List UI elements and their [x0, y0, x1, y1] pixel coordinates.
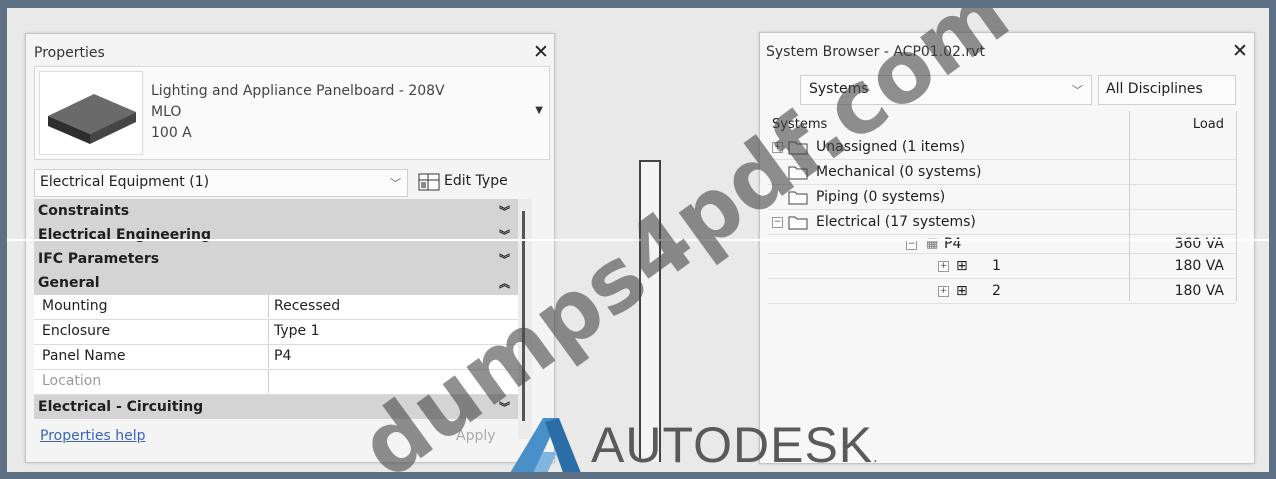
property-key: Panel Name	[34, 345, 269, 368]
properties-grid: Constraints ︾ Electrical Engineering ︾ I…	[34, 199, 518, 419]
group-label: Constraints	[38, 203, 130, 219]
scrollbar-thumb[interactable]	[522, 211, 525, 421]
properties-close-icon[interactable]: ✕	[533, 43, 549, 62]
edit-type-icon	[418, 173, 440, 191]
double-chevron-down-icon: ︾	[499, 401, 510, 414]
double-chevron-down-icon: ︾	[499, 253, 510, 266]
property-key: Location	[34, 370, 269, 393]
column-divider[interactable]	[1129, 111, 1130, 301]
view-select-dropdown[interactable]: Systems ﹀	[800, 75, 1092, 105]
group-ifc-parameters[interactable]: IFC Parameters ︾	[34, 247, 518, 271]
system-browser-title: System Browser - ACP01.02.rvt	[766, 44, 985, 60]
image-seam	[7, 239, 1269, 241]
type-name-line-3: 100 A	[151, 125, 192, 141]
properties-help-link[interactable]: Properties help	[40, 428, 145, 444]
tree-row-circuit-2[interactable]: + ⊞ 2 180 VA	[768, 279, 1236, 304]
folder-icon	[788, 214, 808, 234]
group-label: Electrical - Circuiting	[38, 399, 204, 415]
property-row-location[interactable]: Location	[34, 370, 518, 395]
folder-icon	[788, 164, 808, 184]
expand-icon[interactable]: +	[938, 261, 949, 272]
tree-row-panel-p4[interactable]: − ▦ P4 360 VA	[768, 235, 1236, 254]
tree-row-label: 2	[992, 283, 1001, 299]
tree-row-label: Electrical (17 systems)	[816, 214, 976, 230]
disciplines-dropdown[interactable]: All Disciplines	[1098, 75, 1236, 105]
system-browser-panel: System Browser - ACP01.02.rvt ✕ Systems …	[759, 32, 1255, 464]
autodesk-logo: AUTODESK.	[507, 416, 927, 472]
group-constraints[interactable]: Constraints ︾	[34, 199, 518, 223]
disciplines-label: All Disciplines	[1106, 81, 1203, 97]
double-chevron-down-icon: ︾	[499, 205, 510, 218]
property-key: Mounting	[34, 295, 269, 318]
group-electrical-circuiting[interactable]: Electrical - Circuiting ︾	[34, 395, 518, 419]
type-name-line-1: Lighting and Appliance Panelboard - 208V	[151, 83, 445, 99]
collapse-icon[interactable]: −	[772, 217, 783, 228]
column-header-systems[interactable]: Systems	[772, 117, 827, 132]
autodesk-a-mark-icon	[510, 418, 581, 472]
double-chevron-up-icon: ︽	[499, 277, 510, 290]
group-label: IFC Parameters	[38, 251, 160, 267]
tree-row-piping[interactable]: Piping (0 systems)	[768, 185, 1236, 210]
group-electrical-engineering[interactable]: Electrical Engineering ︾	[34, 223, 518, 247]
panelboard-thumbnail-icon	[39, 71, 143, 155]
column-header-load[interactable]: Load	[1193, 117, 1224, 132]
tree-row-mechanical[interactable]: Mechanical (0 systems)	[768, 160, 1236, 185]
circuit-icon: ⊞	[956, 283, 968, 299]
tree-row-unassigned[interactable]: + Unassigned (1 items)	[768, 135, 1236, 160]
expand-icon[interactable]: +	[938, 286, 949, 297]
column-divider	[1236, 111, 1237, 301]
property-row-panel-name[interactable]: Panel Name P4	[34, 345, 518, 370]
expand-icon[interactable]: +	[772, 142, 783, 153]
tree-row-circuit-1[interactable]: + ⊞ 1 180 VA	[768, 254, 1236, 279]
type-dropdown-caret-icon[interactable]: ▼	[535, 105, 543, 116]
tree-row-electrical[interactable]: − Electrical (17 systems)	[768, 210, 1236, 235]
group-general[interactable]: General ︽	[34, 271, 518, 295]
tree-row-label: 1	[992, 258, 1001, 274]
tree-row-label: Piping (0 systems)	[816, 189, 946, 205]
property-row-mounting[interactable]: Mounting Recessed	[34, 295, 518, 320]
registered-mark: .	[873, 449, 879, 466]
instance-filter-value: Electrical Equipment (1)	[40, 174, 210, 190]
property-value[interactable]: Recessed	[274, 295, 340, 318]
folder-icon	[788, 139, 808, 159]
system-browser-close-icon[interactable]: ✕	[1232, 42, 1248, 61]
property-value[interactable]: P4	[274, 345, 291, 368]
edit-type-label: Edit Type	[444, 173, 508, 189]
screenshot-canvas: Properties ✕ Lighting and Appliance Pane…	[7, 8, 1269, 472]
tree-row-load: 180 VA	[1174, 283, 1224, 299]
systems-tree: Systems Load + Unassigned (1 items) Mech…	[768, 111, 1236, 304]
property-key: Enclosure	[34, 320, 269, 343]
chevron-down-icon: ﹀	[1072, 84, 1083, 97]
property-value[interactable]: Type 1	[274, 320, 320, 343]
tree-row-label: Mechanical (0 systems)	[816, 164, 982, 180]
apply-button[interactable]: Apply	[456, 428, 496, 444]
tree-row-load: 180 VA	[1174, 258, 1224, 274]
circuit-icon: ⊞	[956, 258, 968, 274]
edit-type-button[interactable]: Edit Type	[414, 168, 546, 196]
group-label: General	[38, 275, 100, 291]
type-name-line-2: MLO	[151, 104, 182, 120]
autodesk-text: AUTODESK	[591, 417, 874, 472]
chevron-down-icon: ﹀	[390, 177, 401, 190]
instance-filter-dropdown[interactable]: Electrical Equipment (1) ﹀	[34, 169, 408, 197]
folder-icon	[788, 189, 808, 209]
properties-scrollbar[interactable]	[518, 199, 532, 439]
type-selector[interactable]: Lighting and Appliance Panelboard - 208V…	[34, 66, 550, 160]
tree-row-label: Unassigned (1 items)	[816, 139, 966, 155]
autodesk-wordmark: AUTODESK.	[591, 416, 879, 472]
view-select-value: Systems	[809, 81, 869, 97]
properties-panel: Properties ✕ Lighting and Appliance Pane…	[25, 33, 555, 463]
tree-header: Systems Load	[768, 111, 1236, 135]
property-row-enclosure[interactable]: Enclosure Type 1	[34, 320, 518, 345]
properties-title: Properties	[34, 45, 105, 61]
